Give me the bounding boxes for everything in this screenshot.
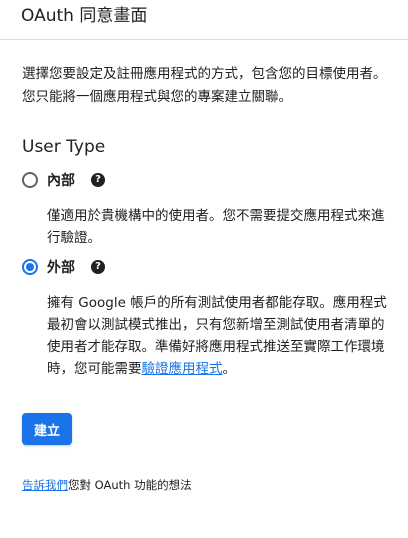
- feedback-line: 告訴我們您對 OAuth 功能的想法: [22, 476, 192, 494]
- intro-text: 選擇您要設定及註冊應用程式的方式，包含您的目標使用者。您只能將一個應用程式與您的…: [22, 66, 387, 105]
- page-header: OAuth 同意畫面: [0, 0, 408, 40]
- page-title: OAuth 同意畫面: [21, 6, 148, 26]
- question-circle-icon[interactable]: ?: [91, 173, 105, 187]
- user-type-external-option[interactable]: 外部 ?: [22, 257, 105, 277]
- user-type-internal-option[interactable]: 內部 ?: [22, 170, 105, 190]
- external-radio-label[interactable]: 外部: [47, 257, 75, 277]
- external-description-end: 。: [222, 361, 237, 377]
- internal-radio[interactable]: [22, 172, 38, 188]
- create-button[interactable]: 建立: [22, 413, 72, 445]
- question-circle-icon[interactable]: ?: [91, 260, 105, 274]
- feedback-text: 您對 OAuth 功能的想法: [68, 478, 192, 492]
- external-radio[interactable]: [22, 259, 38, 275]
- external-description: 擁有 Google 帳戶的所有測試使用者都能存取。應用程式最初會以測試模式推出，…: [47, 292, 394, 380]
- tell-us-link[interactable]: 告訴我們: [22, 478, 68, 492]
- internal-description: 僅適用於貴機構中的使用者。您不需要提交應用程式來進行驗證。: [47, 208, 385, 246]
- user-type-title: User Type: [22, 137, 106, 157]
- verify-app-link[interactable]: 驗證應用程式: [142, 361, 223, 377]
- internal-radio-label[interactable]: 內部: [47, 170, 75, 190]
